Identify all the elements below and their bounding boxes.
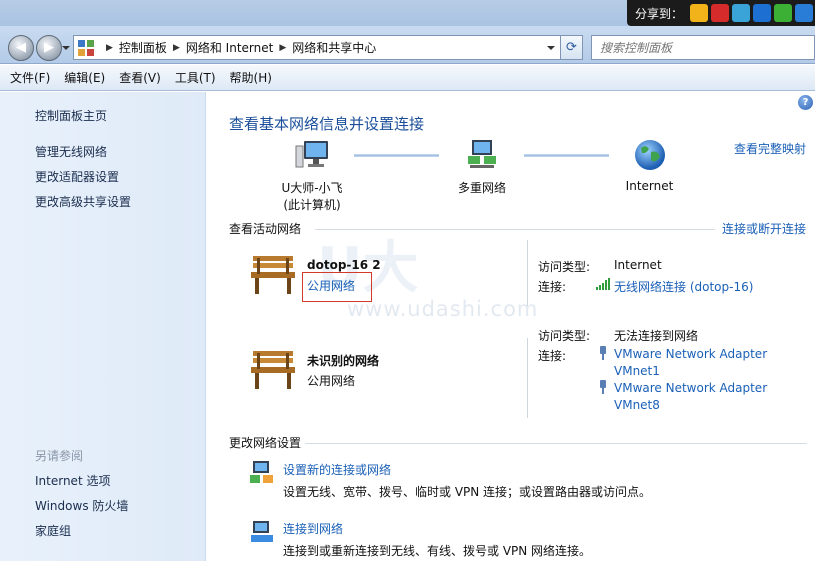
connect-to-network-desc: 连接到或重新连接到无线、有线、拨号或 VPN 网络连接。 (283, 544, 592, 558)
more-icon[interactable] (795, 4, 813, 22)
manage-wireless-link[interactable]: 管理无线网络 (35, 143, 107, 160)
unidentified-network-bench-icon (251, 351, 295, 389)
breadcrumb-network-sharing-center[interactable]: 网络和共享中心 (292, 39, 376, 56)
map-connector-2 (524, 154, 609, 157)
computer-subtitle: (此计算机) (283, 198, 341, 212)
breadcrumb-separator[interactable]: ▶ (173, 43, 180, 53)
search-input[interactable] (592, 36, 792, 59)
network-2-separator (527, 338, 528, 418)
address-bar[interactable]: ▶ 控制面板 ▶ 网络和 Internet ▶ 网络和共享中心 (73, 35, 561, 60)
vmnet8-adapter-link-line2[interactable]: VMnet8 (614, 398, 660, 412)
change-settings-divider (305, 443, 807, 444)
menu-bar: 文件(F) 编辑(E) 查看(V) 工具(T) 帮助(H) (0, 65, 815, 91)
weibo-icon[interactable] (711, 4, 729, 22)
map-connector-1 (354, 154, 439, 157)
connect-to-network-icon (251, 521, 273, 542)
computer-name: U大师-小飞 (281, 181, 343, 195)
full-map-link[interactable]: 查看完整映射 (734, 140, 806, 157)
windows-firewall-link[interactable]: Windows 防火墙 (35, 497, 128, 514)
network-1-separator (527, 240, 528, 306)
address-dropdown[interactable] (547, 46, 555, 50)
share-label: 分享到： (634, 6, 683, 21)
multiple-networks-label: 多重网络 (457, 181, 506, 195)
breadcrumb-separator[interactable]: ▶ (106, 43, 113, 53)
vmnet1-adapter-link[interactable]: VMware Network Adapter (614, 347, 767, 361)
help-icon[interactable]: ? (798, 95, 813, 110)
watermark-text: www.udashi.com (347, 297, 539, 321)
share-toolbar: 分享到： (626, 0, 815, 26)
new-connection-icon (250, 461, 273, 483)
menu-file[interactable]: 文件(F) (10, 69, 50, 86)
network-1-name: dotop-16 2 (307, 258, 381, 272)
vmnet8-adapter-link[interactable]: VMware Network Adapter (614, 381, 767, 395)
multiple-networks-icon (468, 140, 496, 168)
active-networks-label: 查看活动网络 (229, 222, 302, 236)
network-2-access-key: 访问类型: (538, 329, 591, 343)
internet-options-link[interactable]: Internet 选项 (35, 472, 110, 489)
network-2-connection-key: 连接: (538, 349, 567, 363)
control-panel-icon (78, 39, 94, 56)
main-content: ? 查看基本网络信息并设置连接 查看完整映射 U大师-小飞 (此计算机) 多重网… (207, 92, 815, 561)
menu-edit[interactable]: 编辑(E) (64, 69, 105, 86)
control-panel-home-link[interactable]: 控制面板主页 (35, 107, 107, 124)
vmnet1-adapter-link-line2[interactable]: VMnet1 (614, 364, 660, 378)
public-network-bench-icon (251, 256, 295, 294)
change-settings-label: 更改网络设置 (229, 436, 302, 450)
forward-button[interactable]: ▶ (36, 35, 62, 61)
page-title: 查看基本网络信息并设置连接 (229, 115, 425, 133)
network-2-name: 未识别的网络 (307, 354, 380, 368)
qzone-icon[interactable] (690, 4, 708, 22)
homegroup-link[interactable]: 家庭组 (35, 522, 71, 539)
breadcrumb-network-internet[interactable]: 网络和 Internet (186, 39, 273, 56)
left-nav-pane: 控制面板主页 管理无线网络 更改适配器设置 更改高级共享设置 另请参阅 Inte… (0, 92, 206, 561)
recent-pages-dropdown[interactable] (62, 46, 70, 50)
network-1-connection-key: 连接: (538, 280, 567, 294)
see-also-header: 另请参阅 (35, 449, 84, 463)
network-1-access-key: 访问类型: (538, 260, 591, 274)
forward-arrow-icon: ▶ (44, 40, 54, 55)
breadcrumb-separator[interactable]: ▶ (279, 43, 286, 53)
wireless-connection-link[interactable]: 无线网络连接 (dotop-16) (614, 278, 753, 295)
setup-new-connection-link[interactable]: 设置新的连接或网络 (283, 461, 391, 478)
network-2-access-value: 无法连接到网络 (614, 329, 699, 343)
wechat-icon[interactable] (774, 4, 792, 22)
connect-to-network-link[interactable]: 连接到网络 (283, 520, 343, 537)
menu-tools[interactable]: 工具(T) (175, 69, 216, 86)
address-row: ◀ ▶ ▶ 控制面板 ▶ 网络和 Internet ▶ 网络和共享中心 ⟳ (0, 26, 815, 64)
share-strip: 分享到： (0, 0, 815, 26)
back-arrow-icon: ◀ (16, 40, 26, 55)
advanced-sharing-link[interactable]: 更改高级共享设置 (35, 193, 131, 210)
internet-label: Internet (625, 179, 674, 193)
refresh-button[interactable]: ⟳ (561, 35, 583, 60)
wireless-signal-icon (596, 278, 610, 290)
active-networks-divider (315, 229, 715, 230)
adapter-plug-icon (600, 380, 606, 394)
tencent-icon[interactable] (732, 4, 750, 22)
change-adapter-link[interactable]: 更改适配器设置 (35, 168, 119, 185)
setup-new-connection-desc: 设置无线、宽带、拨号、临时或 VPN 连接；或设置路由器或访问点。 (283, 485, 652, 499)
highlight-annotation (302, 272, 372, 302)
computer-icon (295, 141, 328, 168)
renren-icon[interactable] (753, 4, 771, 22)
breadcrumb-control-panel[interactable]: 控制面板 (119, 39, 167, 56)
internet-node[interactable]: Internet (612, 138, 687, 193)
network-1-access-value: Internet (614, 258, 662, 272)
multiple-networks-node[interactable]: 多重网络 (442, 138, 522, 196)
network-2-type: 公用网络 (307, 374, 356, 388)
adapter-plug-icon (600, 346, 606, 360)
connect-disconnect-link[interactable]: 连接或断开连接 (722, 220, 806, 237)
back-button[interactable]: ◀ (8, 35, 34, 61)
globe-icon (634, 140, 665, 170)
this-computer-node[interactable]: U大师-小飞 (此计算机) (267, 138, 357, 213)
menu-help[interactable]: 帮助(H) (230, 69, 272, 86)
search-box (591, 35, 815, 60)
refresh-icon: ⟳ (566, 40, 577, 55)
menu-view[interactable]: 查看(V) (119, 69, 161, 86)
